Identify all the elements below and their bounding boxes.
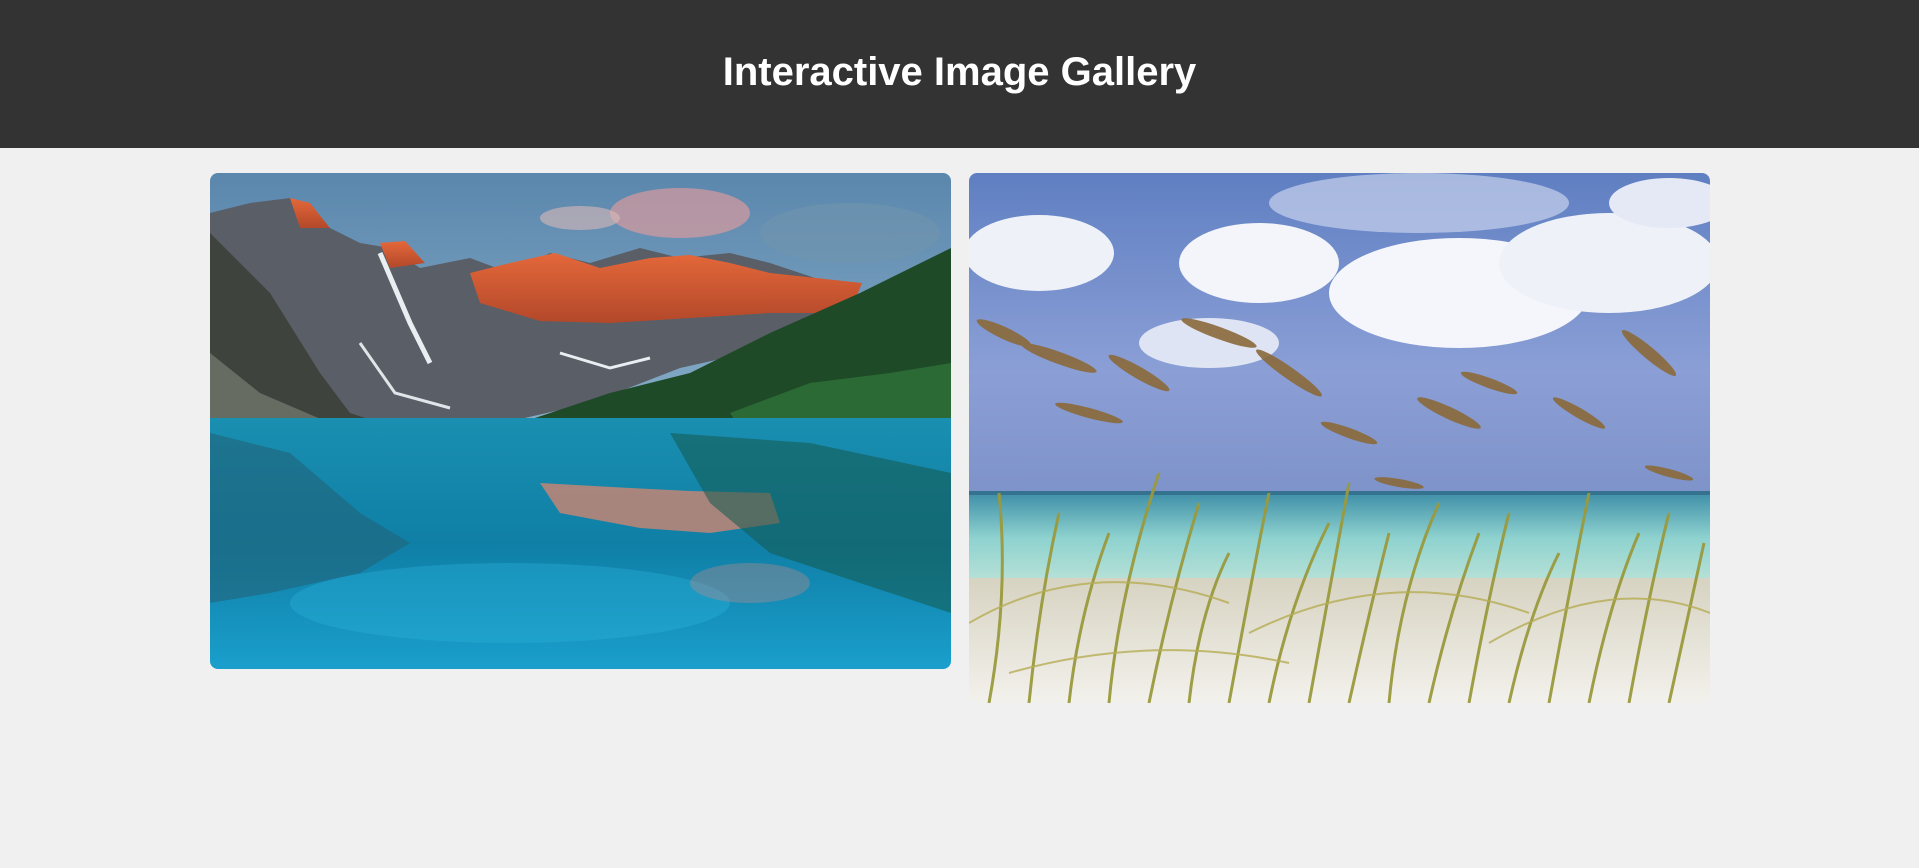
page-header: Interactive Image Gallery [0,0,1919,148]
page-title: Interactive Image Gallery [722,49,1197,94]
mountain-lake-image [210,173,951,669]
gallery-image-mountain-lake[interactable] [210,173,951,669]
beach-image [969,173,1710,703]
gallery-image-beach[interactable] [969,173,1710,703]
image-gallery [0,148,1919,868]
